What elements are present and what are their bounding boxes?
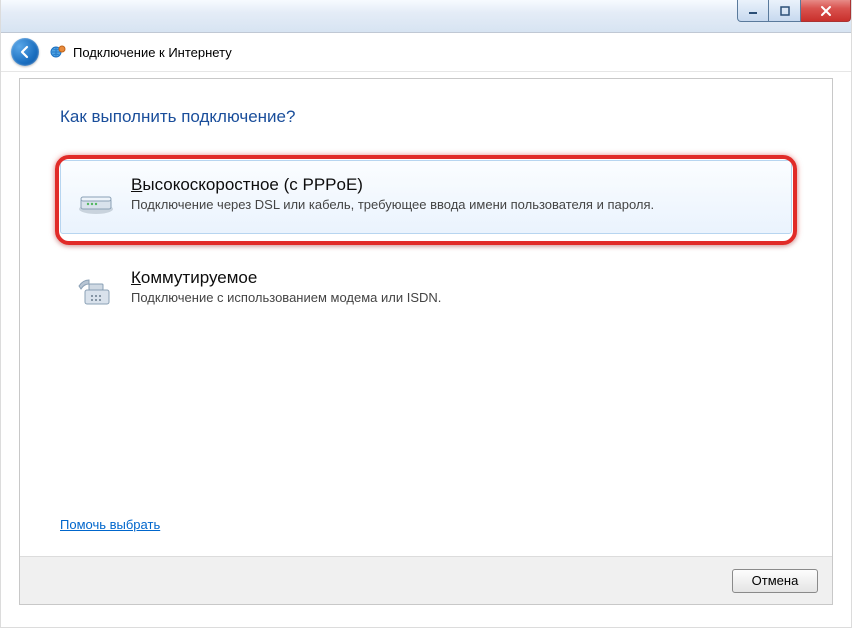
option-highlight: Высокоскоростное (с PPPoE) Подключение ч… [55,155,797,245]
wizard-panel: Как выполнить подключение? [19,78,833,605]
option-pppoe[interactable]: Высокоскоростное (с PPPoE) Подключение ч… [60,160,792,234]
option-pppoe-text: Высокоскоростное (с PPPoE) Подключение ч… [131,175,775,219]
back-button[interactable] [11,38,39,66]
page-heading: Как выполнить подключение? [60,107,792,127]
option-pppoe-title: Высокоскоростное (с PPPoE) [131,175,775,195]
maximize-button[interactable] [769,0,801,22]
options-list: Высокоскоростное (с PPPoE) Подключение ч… [60,155,792,327]
titlebar [1,0,851,33]
wizard-title: Подключение к Интернету [73,45,232,60]
option-dialup[interactable]: Коммутируемое Подключение с использовани… [60,253,792,327]
footer: Отмена [20,556,832,604]
option-dialup-desc: Подключение с использованием модема или … [131,290,775,305]
window-buttons [737,0,851,22]
minimize-button[interactable] [737,0,769,22]
modem-icon [75,177,117,219]
option-dialup-title: Коммутируемое [131,268,775,288]
globe-icon [49,43,67,61]
option-pppoe-desc: Подключение через DSL или кабель, требую… [131,197,775,212]
wizard-header: Подключение к Интернету [1,33,851,72]
phone-modem-icon [75,270,117,312]
close-button[interactable] [801,0,851,22]
help-link[interactable]: Помочь выбрать [60,517,160,532]
cancel-button[interactable]: Отмена [732,569,818,593]
option-dialup-text: Коммутируемое Подключение с использовани… [131,268,775,312]
content-area: Как выполнить подключение? [20,79,832,327]
